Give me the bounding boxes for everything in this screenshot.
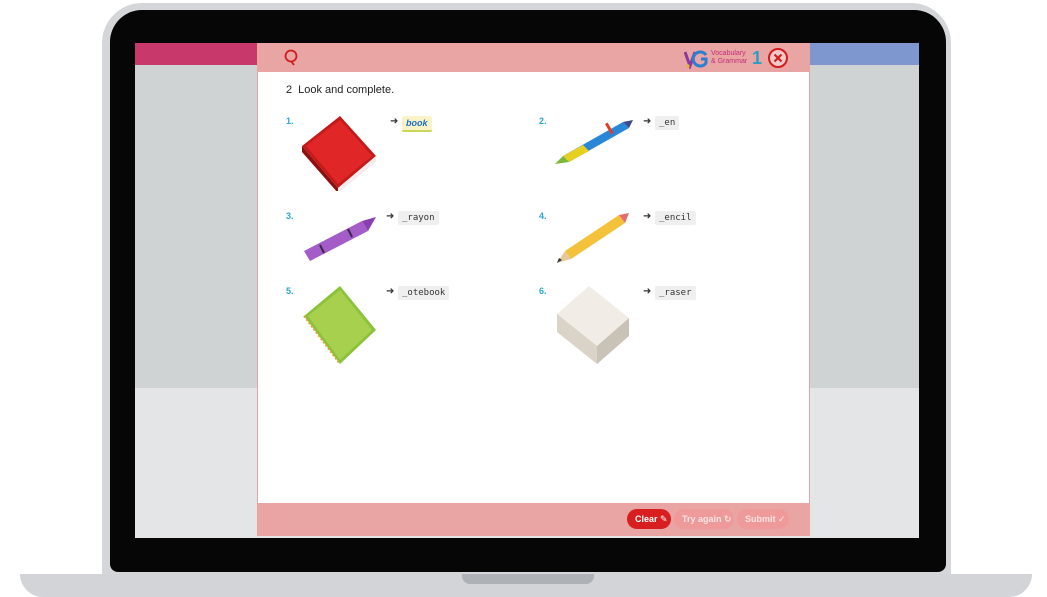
arrow-icon: ➜ <box>386 286 395 297</box>
exercise-item-5: 5. ➜ _otebook <box>286 286 486 366</box>
exercise-number: 2 <box>286 84 293 96</box>
submit-button[interactable]: Submit ✓ <box>737 509 789 529</box>
exercise-item-3: 3. ➜ _rayon <box>286 211 486 266</box>
item-number: 3. <box>286 211 294 221</box>
purple-crayon-image <box>304 217 376 261</box>
answer-field-6[interactable]: _raser <box>655 286 696 300</box>
item-number: 2. <box>539 116 547 126</box>
logo-level: 1 <box>752 48 763 68</box>
try-again-button[interactable]: Try again ↻ <box>674 509 734 529</box>
submit-label: Submit <box>745 514 776 524</box>
retry-icon: ↻ <box>724 514 732 524</box>
exercise-modal: Vocabulary & Grammar 1 2 Look and complet… <box>257 43 810 536</box>
exercise-item-1: 1. ➜ book <box>286 116 486 191</box>
question-icon <box>284 49 298 66</box>
pencil-image <box>557 213 629 263</box>
answer-field-4[interactable]: _encil <box>655 211 696 225</box>
answer-field-5[interactable]: _otebook <box>398 286 450 300</box>
close-button[interactable] <box>768 48 788 68</box>
arrow-icon: ➜ <box>390 116 399 127</box>
logo-line1: Vocabulary <box>711 50 746 57</box>
check-icon: ✓ <box>778 514 786 524</box>
try-again-label: Try again <box>682 514 722 524</box>
answer-field-1[interactable]: book <box>402 116 432 132</box>
logo-line2: & Grammar <box>711 58 748 65</box>
screen: Vocabulary & Grammar 1 2 Look and complet… <box>135 43 919 538</box>
item-number: 5. <box>286 286 294 296</box>
arrow-icon: ➜ <box>643 211 652 222</box>
instruction-text: Look and complete. <box>298 84 395 96</box>
arrow-icon: ➜ <box>386 211 395 222</box>
item-number: 1. <box>286 116 294 126</box>
arrow-icon: ➜ <box>643 116 652 127</box>
modal-footer: Clear ✎ Try again ↻ Submit ✓ <box>258 503 809 535</box>
vg-logo-icon <box>684 50 708 69</box>
logo-text: Vocabulary & Grammar <box>711 50 747 66</box>
close-icon <box>773 53 783 63</box>
red-book-image <box>302 116 376 191</box>
modal-header: Vocabulary & Grammar 1 <box>258 44 809 72</box>
answer-field-3[interactable]: _rayon <box>398 211 439 225</box>
green-notebook-image <box>303 286 376 365</box>
pen-image <box>555 120 633 164</box>
item-number: 6. <box>539 286 547 296</box>
clear-label: Clear <box>635 514 658 524</box>
item-number: 4. <box>539 211 547 221</box>
arrow-icon: ➜ <box>643 286 652 297</box>
exercise-item-6: 6. ➜ _raser <box>539 286 739 366</box>
eraser-image <box>557 286 629 364</box>
eraser-icon: ✎ <box>660 514 668 524</box>
exercise-item-2: 2. ➜ _en <box>539 116 739 191</box>
background-header-left <box>135 43 275 65</box>
clear-button[interactable]: Clear ✎ <box>627 509 671 529</box>
answer-field-2[interactable]: _en <box>655 116 680 130</box>
exercise-instruction: 2 Look and complete. <box>286 84 394 96</box>
exercise-item-4: 4. ➜ _encil <box>539 211 739 266</box>
laptop-notch <box>462 574 594 584</box>
background-header-right <box>807 43 919 65</box>
